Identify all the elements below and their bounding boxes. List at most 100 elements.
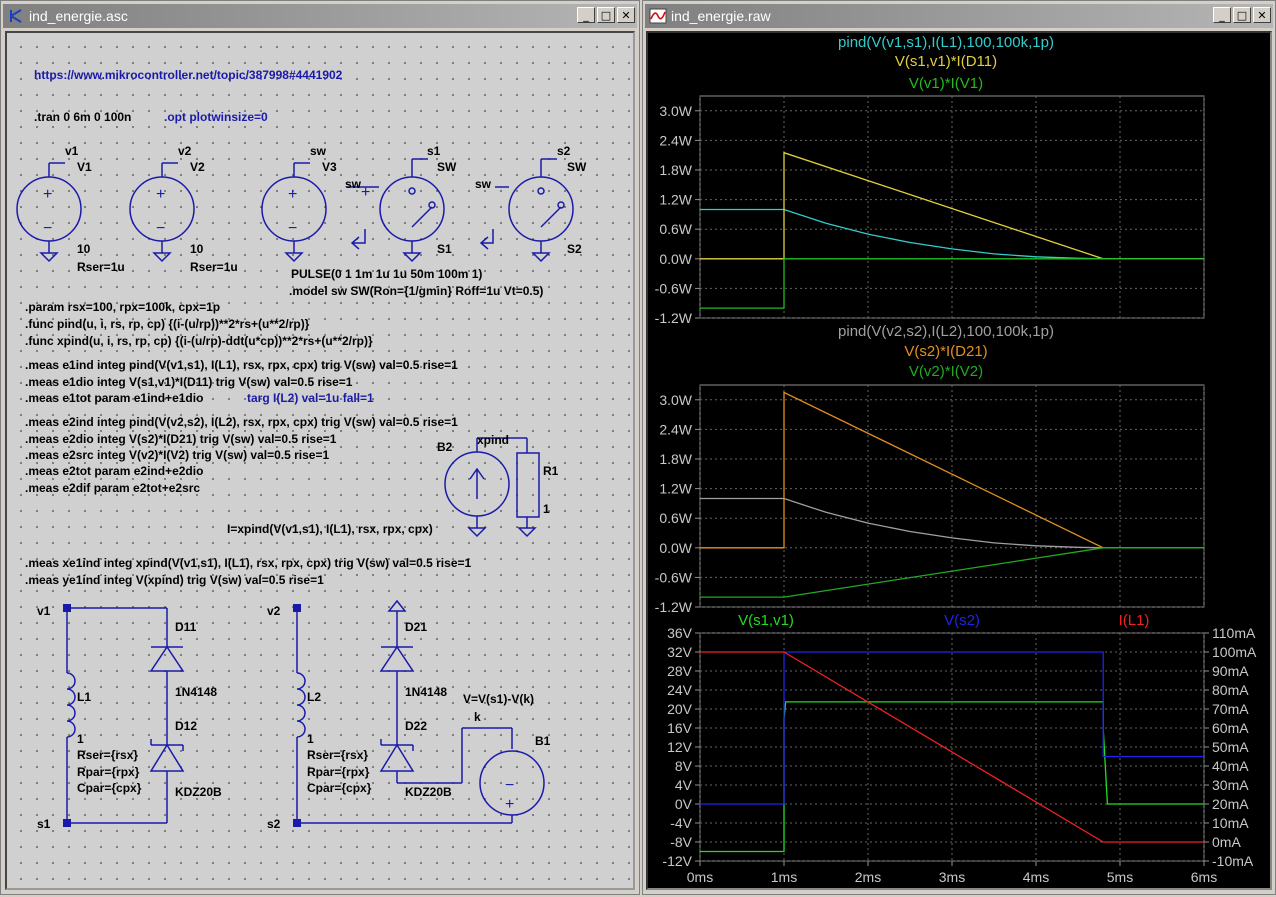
d22-name: D22 [405,719,427,733]
directive-line[interactable]: .meas ye1ind integ V(xpind) trig V(sw) v… [25,573,324,587]
schematic-window[interactable]: ind_energie.asc _ □ ✕ https://www.mikrocon… [0,0,640,895]
net-v1-label: v1 [65,144,79,158]
net-v1-circuit-label: v1 [37,604,51,618]
net-k-label: k [474,710,481,724]
plot-svg[interactable]: -1.2W -0.6W 0.0W 0.6W 1.2W 1.8W 2.4W 3.0W pind(V… [648,33,1272,892]
waveform-titlebar[interactable]: ind_energie.raw _ □ ✕ [645,4,1273,28]
y-tick-label: -0.6W [655,280,693,296]
l2-value: 1 [307,732,314,746]
v1-plus: + [43,186,52,203]
v2-plus: + [156,186,165,203]
y2-tick-label: 30mA [1212,777,1249,793]
trace-legend-label[interactable]: V(v1)*I(V1) [909,75,983,92]
directive-line[interactable]: targ I(L2) val=1u fall=1 [247,391,374,405]
x-tick-label: 4ms [1023,869,1049,885]
directive-line[interactable]: .meas e2tot param e2ind+e2dio [25,464,203,478]
directive-line[interactable]: .meas e1ind integ pind(V(v1,s1), I(L1), … [25,358,458,372]
trace-legend-label[interactable]: V(s2)*I(D21) [904,343,987,360]
v2-flag [387,599,407,647]
minimize-button[interactable]: _ [1213,7,1231,23]
r1-resistor[interactable] [516,452,540,518]
l2-inductor[interactable] [296,672,306,738]
b1-plus: + [505,796,514,813]
x-tick-label: 1ms [771,869,797,885]
d22-zener[interactable] [379,739,415,772]
url-comment[interactable]: https://www.mikrocontroller.net/topic/38… [34,68,343,82]
y-tick-label: 24V [667,682,693,698]
directive-line[interactable]: .meas e2ind integ pind(V(v2,s2), I(L2), … [25,415,458,429]
y2-tick-label: -10mA [1212,853,1254,869]
v3-plus: + [288,186,297,203]
y-tick-label: -8V [670,834,692,850]
switch-s2[interactable] [508,176,574,242]
directive-line[interactable]: .meas e2dif param e2tot+e2src [25,481,200,495]
y-tick-label: -1.2W [655,599,693,615]
d12-name: D12 [175,719,197,733]
y-tick-label: 0.0W [659,540,692,556]
l1-inductor[interactable] [66,672,76,738]
trace-legend-label[interactable]: V(s2) [944,612,980,629]
b1-expression[interactable]: V=V(s1)-V(k) [463,692,534,706]
y-tick-label: 0.6W [659,510,692,526]
schematic-drawing: https://www.mikrocontroller.net/topic/38… [16,68,587,831]
y-tick-label: 12V [667,739,693,755]
directive-line[interactable]: .meas e1tot param e1ind+e1dio [25,391,203,405]
v2-minus: − [156,220,165,237]
waveform-window[interactable]: ind_energie.raw _ □ ✕ -1.2W -0.6W 0.0W 0.6W 1.… [642,0,1276,895]
y2-tick-label: 70mA [1212,701,1249,717]
schematic-titlebar[interactable]: ind_energie.asc _ □ ✕ [3,4,637,28]
r1-name: R1 [543,464,559,478]
y-tick-label: 8V [675,758,693,774]
l1-name: L1 [77,690,91,704]
directive-line[interactable]: .param rsx=100, rpx=100k, cpx=1p [25,300,220,314]
switch-s1[interactable] [379,176,445,242]
s1-name: S1 [437,242,452,256]
directive-line[interactable]: .meas e2dio integ V(s2)*I(D21) trig V(sw… [25,432,337,446]
v1-minus: − [43,220,52,237]
minimize-button[interactable]: _ [577,7,595,23]
opt-directive[interactable]: .opt plotwinsize=0 [164,110,268,124]
y-tick-label: 3.0W [659,103,692,119]
l2-rser: Rser={rsx} [307,748,368,762]
trace-legend-label[interactable]: I(L1) [1119,612,1150,629]
directive-line[interactable]: .func xpind(u, i, rs, rp, cp) {(i-(u/rp)… [25,334,373,348]
l1-cpar: Cpar={cpx} [77,781,142,795]
trace-legend-label[interactable]: V(s1,v1) [738,612,794,629]
directive-line[interactable]: .meas e1dio integ V(s1,v1)*I(D11) trig V… [25,375,353,389]
directive-line[interactable]: .meas xe1ind integ xpind(V(v1,s1), I(L1)… [25,556,471,570]
y-tick-label: 1.8W [659,451,692,467]
directive-line[interactable]: .meas e2src integ V(v2)*I(V2) trig V(sw)… [25,448,329,462]
d21-diode[interactable] [379,645,415,672]
close-button[interactable]: ✕ [1253,7,1271,23]
s1-model: SW [437,160,457,174]
schematic-canvas[interactable]: https://www.mikrocontroller.net/topic/38… [5,31,635,890]
d12-zener[interactable] [149,739,185,772]
net-s1-label: s1 [427,144,441,158]
y-tick-label: 3.0W [659,392,692,408]
trace-legend-label[interactable]: V(s1,v1)*I(D11) [895,53,997,70]
b2-expression[interactable]: I=xpind(V(v1,s1), I(L1), rsx, rpx, cpx) [227,522,433,536]
maximize-button[interactable]: □ [597,7,615,23]
maximize-button[interactable]: □ [1233,7,1251,23]
trace-legend-label[interactable]: V(v2)*I(V2) [909,363,983,380]
directive-line[interactable]: .func pind(u, i, rs, rp, cp) {(i-(u/rp))… [25,317,310,331]
s2-name: S2 [567,242,582,256]
v1-value: 10 [77,242,91,256]
y-tick-label: 1.2W [659,481,692,497]
close-button[interactable]: ✕ [617,7,635,23]
trace-legend-label[interactable]: pind(V(v1,s1),I(L1),100,100k,1p) [838,34,1054,51]
x-tick-label: 6ms [1191,869,1217,885]
d11-diode[interactable] [149,645,185,672]
l1-rpar: Rpar={rpx} [77,765,140,779]
pulse-value[interactable]: PULSE(0 1 1m 1u 1u 50m 100m 1) [291,267,482,281]
v1-name: V1 [77,160,92,174]
x-tick-label: 3ms [939,869,965,885]
y-tick-label: 1.8W [659,162,692,178]
l2-cpar: Cpar={cpx} [307,781,372,795]
v3-minus: − [288,220,297,237]
plot-area[interactable]: -1.2W -0.6W 0.0W 0.6W 1.2W 1.8W 2.4W 3.0W pind(V… [646,31,1272,890]
model-directive[interactable]: .model sw SW(Ron={1/gmin} Roff=1u Vt=0.5… [289,284,543,298]
y2-tick-label: 50mA [1212,739,1249,755]
trace-legend-label[interactable]: pind(V(v2,s2),I(L2),100,100k,1p) [838,323,1054,340]
tran-directive[interactable]: .tran 0 6m 0 100n [34,110,131,124]
